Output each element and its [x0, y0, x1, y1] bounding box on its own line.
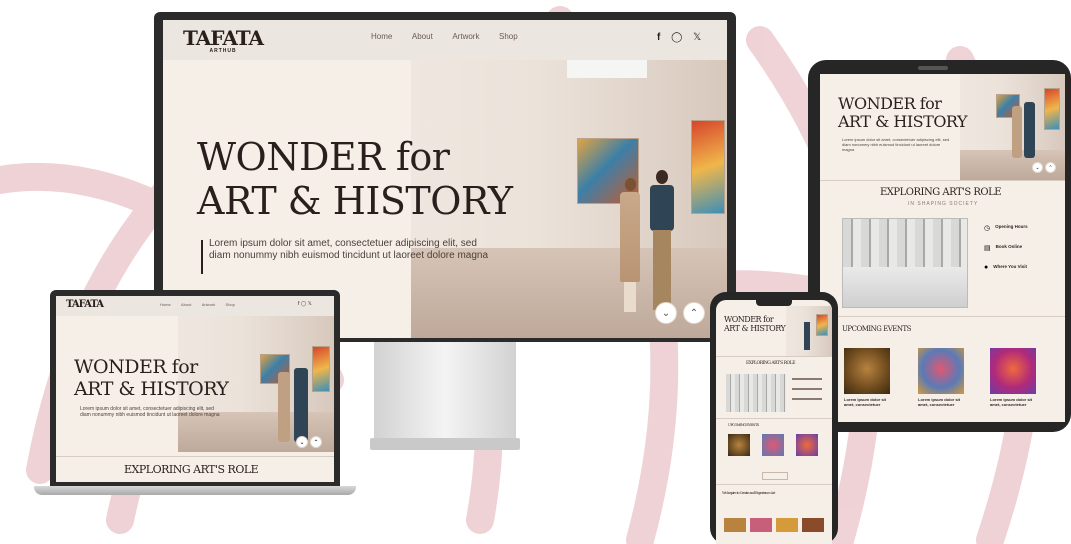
tablet-hero-body: Lorem ipsum dolor sit amet, consectetuer…: [842, 137, 950, 152]
phone-hero-title: WONDER for ART & HISTORY: [724, 315, 786, 333]
laptop-section-title: EXPLORING ART'S ROLE: [124, 463, 259, 476]
phone-promo-title: We Inspire to Create and Experience Art: [722, 491, 775, 495]
phone-hero-image: [786, 306, 832, 356]
nav-artwork[interactable]: Artwork: [452, 32, 479, 41]
event-card-1[interactable]: Lorem ipsum dolor sit amet, consectetuer: [844, 348, 890, 408]
hero-divider: [201, 240, 203, 274]
nav-about[interactable]: About: [412, 32, 433, 41]
laptop-nav-about[interactable]: About: [181, 302, 191, 307]
event-card-2[interactable]: Lorem ipsum dolor sit amet, consectetuer: [918, 348, 964, 408]
tablet-info-list: ◷ Opening Hours ▤ Book Online ● Where Yo…: [984, 224, 1062, 271]
phone-event-button[interactable]: [762, 472, 788, 480]
info-item-visit: ● Where You Visit: [984, 264, 1062, 271]
laptop-hero-title: WONDER for ART & HISTORY: [74, 356, 229, 400]
social-links: f ◯ 𝕏: [657, 32, 701, 43]
info-book-label: Book Online: [995, 244, 1023, 249]
phone-title-line1: WONDER for: [724, 315, 774, 324]
tablet-events-title: UPCOMING EVENTS: [842, 325, 911, 333]
phone-section-title: EXPLORING ART'S ROLE: [746, 361, 795, 366]
location-icon: ●: [984, 264, 989, 271]
nav-home[interactable]: Home: [371, 32, 392, 41]
clock-icon: ◷: [984, 225, 991, 232]
facebook-icon[interactable]: f: [657, 32, 660, 43]
tablet-section-subtitle: IN SHAPING SOCIETY: [908, 201, 979, 207]
phone-screen: WONDER for ART & HISTORY EXPLORING ART'S…: [716, 300, 832, 544]
main-nav: Home About Artwork Shop: [371, 32, 518, 41]
laptop-logo[interactable]: TAFATA: [66, 299, 104, 310]
phone-events-title: UPCOMING EVENTS: [728, 423, 759, 427]
laptop-base: [34, 486, 356, 495]
event-3-title: Lorem ipsum dolor sit amet, consectetuer: [990, 397, 1033, 407]
phone-event-2[interactable]: [762, 434, 784, 456]
tablet-chevron-down-icon[interactable]: ⌄: [1032, 162, 1043, 173]
laptop-screen: TAFATA Home About Artwork Shop f ◯ 𝕏 WON…: [56, 296, 334, 482]
tablet-chevron-up-icon[interactable]: ⌃: [1045, 162, 1056, 173]
ticket-icon: ▤: [984, 245, 991, 252]
hero-body: Lorem ipsum dolor sit amet, consectetuer…: [209, 238, 489, 261]
monitor-base: [370, 438, 520, 450]
info-item-hours: ◷ Opening Hours: [984, 224, 1062, 232]
tablet-title-line1: WONDER for: [838, 94, 942, 113]
chevron-down-icon[interactable]: ⌄: [655, 302, 677, 324]
monitor-stand: [374, 338, 516, 442]
header-bar: TAFATA ARTHUB Home About Artwork Shop f …: [163, 20, 727, 60]
laptop-nav-home[interactable]: Home: [160, 302, 171, 307]
hero-title-line2: ART & HISTORY: [197, 179, 513, 223]
phone-museum-image: [726, 374, 786, 412]
tablet-title-line2: ART & HISTORY: [838, 112, 968, 131]
x-icon[interactable]: 𝕏: [693, 32, 701, 43]
laptop-title-line2: ART & HISTORY: [74, 378, 229, 400]
laptop-title-line1: WONDER for: [74, 356, 198, 378]
tablet-museum-image: [842, 218, 968, 308]
laptop-hero-body: Lorem ipsum dolor sit amet, consectetuer…: [80, 406, 220, 418]
phone-promo-gallery: [724, 518, 824, 532]
site-logo[interactable]: TAFATA ARTHUB: [183, 26, 264, 54]
tablet-screen: ⌄ ⌃ WONDER for ART & HISTORY Lorem ipsum…: [820, 74, 1065, 422]
phone-title-line2: ART & HISTORY: [724, 324, 786, 333]
laptop-chevron-down-icon[interactable]: ⌄: [296, 436, 308, 448]
logo-text: TAFATA: [183, 26, 264, 50]
phone-event-1[interactable]: [728, 434, 750, 456]
visitor-man: [647, 170, 677, 314]
event-card-3[interactable]: Lorem ipsum dolor sit amet, consectetuer: [990, 348, 1036, 408]
info-visit-label: Where You Visit: [993, 264, 1027, 269]
laptop-nav-artwork[interactable]: Artwork: [202, 302, 216, 307]
phone-event-3[interactable]: [796, 434, 818, 456]
instagram-icon[interactable]: ◯: [671, 32, 682, 43]
event-2-title: Lorem ipsum dolor sit amet, consectetuer: [918, 397, 961, 407]
laptop-nav: Home About Artwork Shop: [160, 302, 235, 307]
info-item-book[interactable]: ▤ Book Online: [984, 244, 1062, 252]
tablet-hero-title: WONDER for ART & HISTORY: [838, 94, 968, 131]
hero-title: WONDER for ART & HISTORY: [197, 135, 513, 223]
visitor-woman: [617, 178, 643, 314]
laptop-nav-shop[interactable]: Shop: [226, 302, 235, 307]
laptop-social: f ◯ 𝕏: [298, 301, 312, 307]
tablet-hero-image: ⌄ ⌃: [960, 74, 1065, 180]
chevron-up-icon[interactable]: ⌃: [683, 302, 705, 324]
painting-2: [691, 120, 725, 214]
tablet-section-title: EXPLORING ART'S ROLE: [880, 187, 1002, 198]
info-hours-label: Opening Hours: [995, 224, 1028, 229]
nav-shop[interactable]: Shop: [499, 32, 518, 41]
hero-title-line1: WONDER for: [197, 135, 450, 179]
laptop-chevron-up-icon[interactable]: ⌃: [310, 436, 322, 448]
event-1-title: Lorem ipsum dolor sit amet, consectetuer: [844, 397, 887, 407]
laptop-header: TAFATA Home About Artwork Shop f ◯ 𝕏: [56, 296, 334, 316]
